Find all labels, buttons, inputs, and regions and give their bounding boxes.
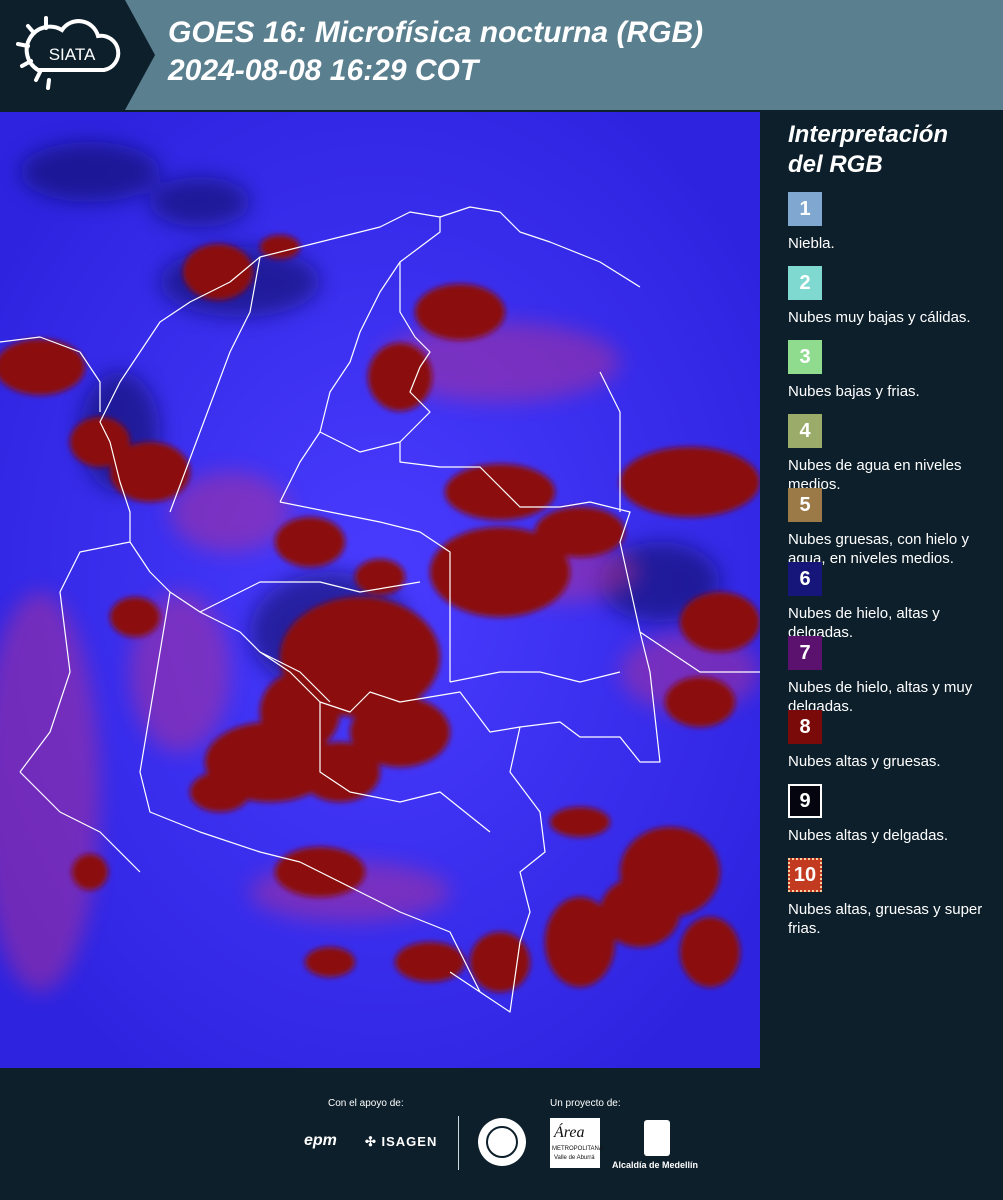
legend-item: 6 Nubes de hielo, altas y delgadas. (788, 562, 998, 641)
project-label: Un proyecto de: (550, 1098, 621, 1109)
legend-label: Niebla. (788, 235, 835, 252)
isagen-icon: ✣ (365, 1134, 382, 1149)
legend-item: 7 Nubes de hielo, altas y muy delgadas. (788, 636, 998, 715)
sun-cloud-icon: SIATA (16, 16, 121, 90)
support-label: Con el apoyo de: (328, 1098, 404, 1109)
legend-swatch: 1 (788, 192, 822, 226)
siata-logo: SIATA (0, 0, 125, 110)
legend-item: 8 Nubes altas y gruesas. (788, 710, 998, 784)
legend-item: 1 Niebla. (788, 192, 998, 266)
title-product: GOES 16: Microfísica nocturna (RGB) (168, 16, 704, 49)
seal-icon (486, 1126, 518, 1158)
legend-swatch: 8 (788, 710, 822, 744)
title-timestamp: 2024-08-08 16:29 COT (168, 54, 479, 87)
legend-label: Nubes altas y delgadas. (788, 827, 949, 844)
legend-label: Nubes altas, gruesas y super frias. (788, 901, 983, 937)
legend-swatch: 6 (788, 562, 822, 596)
legend-swatch: 3 (788, 340, 822, 374)
alcaldia-label: Alcaldía de Medellín (612, 1160, 699, 1170)
logo-arrow-shape (125, 0, 155, 110)
legend-label: Nubes altas y gruesas. (788, 753, 941, 770)
svg-text:SIATA: SIATA (49, 45, 96, 64)
legend-item: 4 Nubes de agua en niveles medios. (788, 414, 998, 493)
legend-swatch: 5 (788, 488, 822, 522)
rgb-composite-image (0, 112, 760, 1068)
page-title: GOES 16: Microfísica nocturna (RGB) 2024… (168, 14, 703, 90)
footer: Con el apoyo de: Un proyecto de: epm ✣ I… (0, 1070, 1003, 1200)
header-bar: SIATA GOES 16: Microfísica nocturna (RGB… (0, 0, 1003, 110)
legend-swatch: 4 (788, 414, 822, 448)
legend-item: 5 Nubes gruesas, con hielo y agua, en niv… (788, 488, 998, 567)
epm-logo: epm (304, 1132, 337, 1149)
legend-item: 2 Nubes muy bajas y cálidas. (788, 266, 998, 340)
area-metropolitana-logo: Área METROPOLITANA Valle de Aburrá (550, 1118, 603, 1168)
seal-logo (478, 1118, 526, 1166)
legend-list: 1 Niebla. 2 Nubes muy bajas y cálidas. 3 Nube… (788, 192, 998, 937)
legend-label: Nubes muy bajas y cálidas. (788, 309, 971, 326)
legend-item: 10 Nubes altas, gruesas y super frias. (788, 858, 998, 937)
legend-swatch: 9 (788, 784, 822, 818)
legend-item: 9 Nubes altas y delgadas. (788, 784, 998, 858)
legend-label: Nubes bajas y frias. (788, 383, 920, 400)
legend-swatch: 7 (788, 636, 822, 670)
isagen-logo: ✣ ISAGEN (365, 1134, 437, 1150)
alcaldia-shield-icon (644, 1120, 670, 1156)
legend-title: Interpretación del RGB (788, 121, 949, 178)
footer-divider (458, 1116, 459, 1170)
legend-item: 3 Nubes bajas y frias. (788, 340, 998, 414)
isagen-name: ISAGEN (381, 1134, 438, 1149)
satellite-map[interactable] (0, 112, 760, 1068)
legend-swatch: 10 (788, 858, 822, 892)
legend-swatch: 2 (788, 266, 822, 300)
legend-panel: Interpretación del RGB 1 Niebla. 2 Nubes mu… (788, 120, 998, 937)
